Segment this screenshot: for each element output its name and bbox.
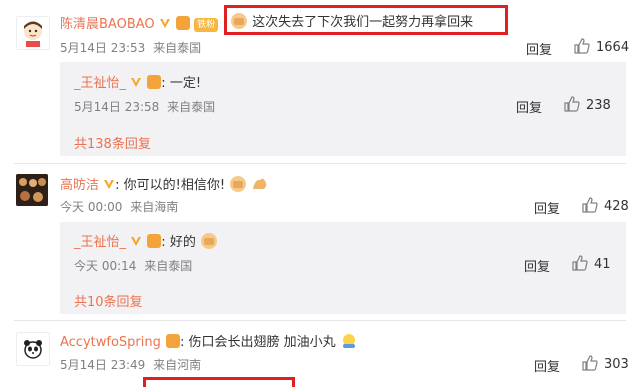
reply-text: 一定! <box>169 76 202 91</box>
thumbs-up-icon <box>582 355 598 371</box>
reply-button[interactable]: 回复 <box>516 97 542 116</box>
avatar[interactable] <box>16 332 50 366</box>
fist-emoji-icon <box>231 13 247 29</box>
hug-emoji-icon <box>342 334 355 348</box>
reply-time: 5月14日 23:58 <box>74 100 160 114</box>
comment-meta: 今天 00:00 来自海南 <box>60 198 178 215</box>
reply-meta: 5月14日 23:58 来自泰国 <box>74 98 215 115</box>
reply-button[interactable]: 回复 <box>524 256 550 275</box>
reply-header: _王祉怡_ : 好的 <box>74 231 218 250</box>
thumbs-up-icon <box>564 96 580 112</box>
reply-button[interactable]: 回复 <box>534 356 560 375</box>
reply-header: _王祉怡_ : 一定! <box>74 75 202 91</box>
reply-meta: 今天 00:14 来自泰国 <box>74 257 192 274</box>
reply-location: 来自泰国 <box>167 100 216 114</box>
more-replies-link[interactable]: 共138条回复 <box>74 133 151 152</box>
reply-text: 好的 <box>169 235 196 250</box>
reply-user-name[interactable]: _王祉怡_ <box>74 235 126 250</box>
comment-location: 来自海南 <box>130 200 179 214</box>
comment-meta: 5月14日 23:53 来自泰国 <box>60 39 201 56</box>
like-count: 1664 <box>596 40 630 55</box>
comment-meta: 5月14日 23:49 来自河南 <box>60 356 201 373</box>
more-replies-link[interactable]: 共10条回复 <box>74 291 143 310</box>
like-count: 41 <box>594 257 611 272</box>
verified-v-icon <box>159 19 170 28</box>
comment-header: 高昉洁 : 你可以的!相信你! <box>60 174 269 193</box>
reply-location: 来自泰国 <box>144 259 193 273</box>
verified-v-icon <box>131 237 142 246</box>
comment-user-name[interactable]: 陈清晨BAOBAO <box>60 17 155 32</box>
avatar[interactable] <box>16 174 48 206</box>
comment-time: 今天 00:00 <box>60 200 123 214</box>
thumbs-up-icon <box>582 197 598 213</box>
thumbs-up-icon <box>572 255 588 271</box>
comment-text: 伤口会长出翅膀 加油小丸 <box>188 335 336 350</box>
vip-badge-icon <box>166 334 181 348</box>
like-button[interactable]: 428 <box>582 197 629 214</box>
comment-location: 来自泰国 <box>153 41 202 55</box>
comment-location: 来自河南 <box>153 358 202 372</box>
thumbs-up-icon <box>574 38 590 54</box>
reply-button[interactable]: 回复 <box>526 39 552 58</box>
like-button[interactable]: 1664 <box>574 38 629 55</box>
like-button[interactable]: 238 <box>564 96 611 113</box>
reply-time: 今天 00:14 <box>74 259 137 273</box>
highlight-box <box>143 377 295 387</box>
comment-time: 5月14日 23:53 <box>60 41 146 55</box>
comment-user-name[interactable]: AccytwfoSpring <box>60 335 161 350</box>
muscle-emoji-icon <box>253 178 267 189</box>
avatar[interactable] <box>16 16 50 50</box>
vip-badge-icon <box>147 75 162 89</box>
divider <box>14 163 626 164</box>
fist-emoji-icon <box>200 233 217 249</box>
comment-text: 你可以的!相信你! <box>123 178 226 193</box>
like-button[interactable]: 41 <box>572 255 611 272</box>
verified-v-icon <box>131 78 142 87</box>
vip-badge-icon <box>175 16 190 30</box>
like-count: 303 <box>604 357 629 372</box>
fist-emoji-icon <box>230 176 247 192</box>
comment-header: 陈清晨BAOBAO 铁粉 <box>60 13 219 32</box>
comment-time: 5月14日 23:49 <box>60 358 146 372</box>
reply-button[interactable]: 回复 <box>534 198 560 217</box>
comment-user-name[interactable]: 高昉洁 <box>60 178 99 193</box>
divider <box>14 320 626 321</box>
verified-v-icon <box>104 180 115 189</box>
like-count: 428 <box>604 199 629 214</box>
comment-header: AccytwfoSpring : 伤口会长出翅膀 加油小丸 <box>60 331 358 350</box>
reply-user-name[interactable]: _王祉怡_ <box>74 76 126 91</box>
comment-text: 这次失去了下次我们一起努力再拿回来 <box>230 11 473 30</box>
like-count: 238 <box>586 98 611 113</box>
like-button[interactable]: 303 <box>582 355 629 372</box>
fan-badge: 铁粉 <box>194 18 219 32</box>
vip-badge-icon <box>147 234 162 248</box>
